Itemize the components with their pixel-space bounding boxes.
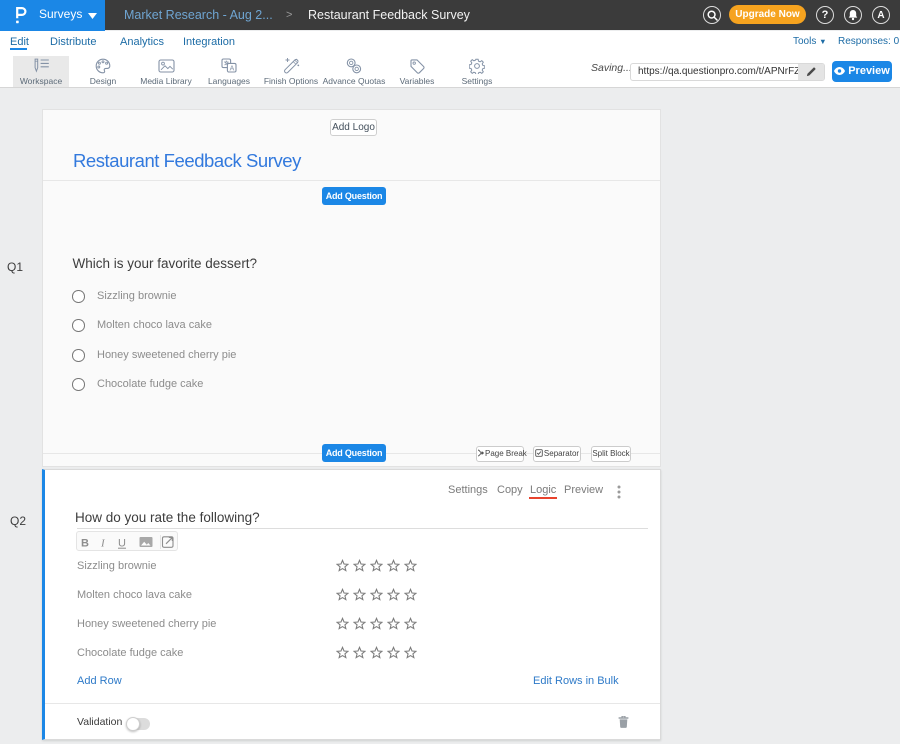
svg-text:I: I — [100, 538, 106, 550]
svg-text:B: B — [81, 538, 89, 550]
svg-text:A: A — [230, 65, 235, 72]
